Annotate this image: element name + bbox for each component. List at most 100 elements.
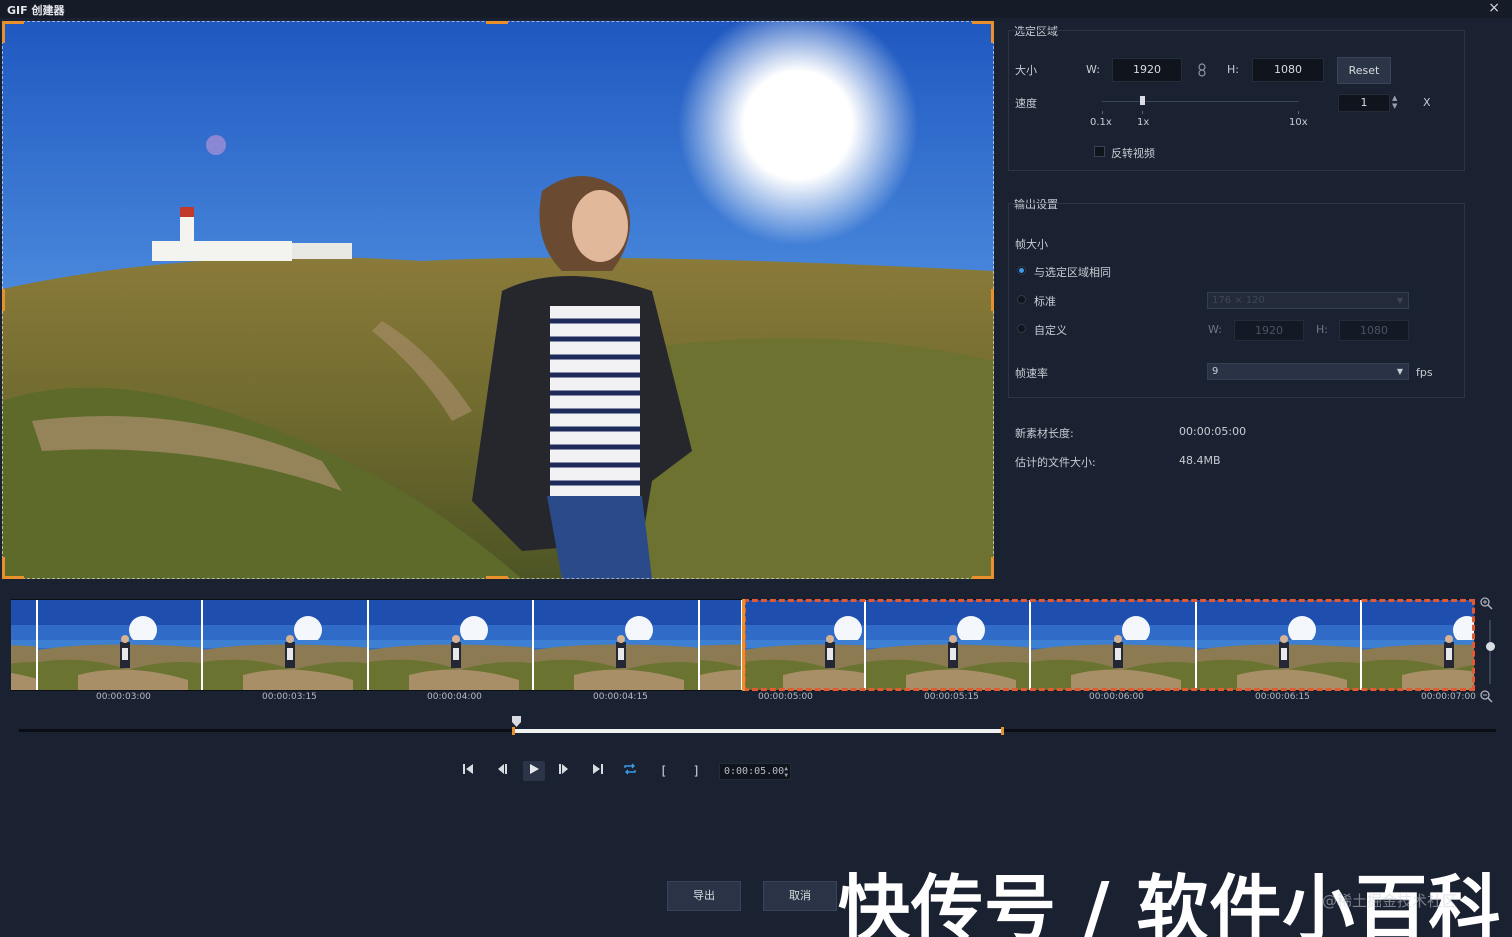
radio-same-as-selection[interactable] bbox=[1017, 266, 1026, 275]
mark-in-icon[interactable]: [ bbox=[653, 761, 675, 781]
close-icon[interactable]: × bbox=[1488, 0, 1500, 16]
radio-same-as-selection-label: 与选定区域相同 bbox=[1034, 266, 1111, 279]
crop-handle-top-left[interactable] bbox=[2, 21, 24, 43]
clip-length-label: 新素材长度: bbox=[1015, 427, 1074, 440]
speed-tick-label: 10x bbox=[1289, 117, 1308, 128]
tick-mark bbox=[1298, 111, 1299, 114]
timecode-label: 00:00:07:00 bbox=[1421, 692, 1476, 702]
cancel-button[interactable]: 取消 bbox=[763, 881, 837, 911]
loop-icon[interactable] bbox=[619, 761, 641, 781]
speed-unit: X bbox=[1423, 96, 1431, 109]
speed-tick-label: 0.1x bbox=[1090, 117, 1112, 128]
radio-standard[interactable] bbox=[1017, 295, 1026, 304]
crop-handle-top-right[interactable] bbox=[972, 21, 994, 43]
playhead-icon[interactable] bbox=[512, 716, 521, 727]
crop-handle-bottom-right[interactable] bbox=[972, 557, 994, 579]
timeline-frame bbox=[369, 600, 534, 690]
timeline-frame bbox=[866, 600, 1031, 690]
timecode-label: 00:00:03:00 bbox=[96, 692, 151, 702]
framerate-select[interactable]: 9 ▼ bbox=[1207, 363, 1409, 380]
crop-handle-left[interactable] bbox=[2, 289, 5, 311]
tick-mark bbox=[1142, 111, 1143, 114]
mark-out-handle[interactable] bbox=[1001, 727, 1004, 735]
reverse-video-checkbox[interactable] bbox=[1094, 146, 1105, 157]
frame-size-label: 帧大小 bbox=[1015, 238, 1048, 251]
step-forward-icon[interactable] bbox=[553, 761, 575, 781]
custom-width-label: W: bbox=[1208, 323, 1222, 336]
custom-height-label: H: bbox=[1316, 323, 1328, 336]
frame-thumbnail bbox=[1197, 600, 1360, 690]
file-size-label: 估计的文件大小: bbox=[1015, 456, 1096, 469]
framerate-value: 9 bbox=[1212, 366, 1219, 377]
timecode-label: 00:00:06:15 bbox=[1255, 692, 1310, 702]
chevron-down-icon: ▼ bbox=[1396, 296, 1403, 305]
speed-label: 速度 bbox=[1015, 97, 1037, 110]
selection-frame[interactable] bbox=[2, 21, 994, 579]
file-size-value: 48.4MB bbox=[1179, 454, 1221, 467]
radio-custom[interactable] bbox=[1017, 324, 1026, 333]
chain-link-icon[interactable] bbox=[1197, 63, 1207, 80]
frame-thumbnail bbox=[38, 600, 201, 690]
time-spinner-icon[interactable]: ▲ ▼ bbox=[784, 765, 788, 779]
frame-thumbnail bbox=[866, 600, 1029, 690]
speed-slider-thumb[interactable] bbox=[1140, 96, 1145, 105]
frame-thumbnail bbox=[700, 600, 741, 690]
window-title: GIF 创建器 bbox=[7, 4, 65, 17]
skip-to-start-icon[interactable] bbox=[457, 761, 479, 781]
frame-thumbnail bbox=[369, 600, 532, 690]
width-input[interactable]: 1920 bbox=[1112, 58, 1182, 82]
crop-handle-top[interactable] bbox=[486, 21, 508, 24]
frame-thumbnail bbox=[743, 600, 864, 690]
frame-thumbnail bbox=[1362, 600, 1474, 690]
timeline-frame bbox=[11, 600, 38, 690]
step-back-icon[interactable] bbox=[491, 761, 513, 781]
zoom-in-icon[interactable] bbox=[1480, 597, 1493, 613]
mark-out-icon[interactable]: ] bbox=[685, 761, 707, 781]
timecode-label: 00:00:05:15 bbox=[924, 692, 979, 702]
size-label: 大小 bbox=[1015, 64, 1037, 77]
zoom-out-icon[interactable] bbox=[1480, 690, 1493, 706]
skip-to-end-icon[interactable] bbox=[587, 761, 609, 781]
tick-mark bbox=[1102, 111, 1103, 114]
watermark-subtext: @稀土掘金技术社区 bbox=[1322, 892, 1458, 910]
height-label: H: bbox=[1227, 63, 1239, 76]
timeline-frame bbox=[203, 600, 369, 690]
current-time-input[interactable]: 0:00:05.00 ▲ ▼ bbox=[719, 763, 791, 780]
speed-input[interactable]: 1 bbox=[1338, 94, 1390, 112]
crop-handle-bottom[interactable] bbox=[486, 576, 508, 579]
scrubber-range[interactable] bbox=[513, 729, 1004, 733]
crop-handle-bottom-left[interactable] bbox=[2, 557, 24, 579]
timeline-frame bbox=[700, 600, 743, 690]
framerate-unit: fps bbox=[1416, 366, 1433, 379]
crop-handle-right[interactable] bbox=[991, 289, 994, 311]
frame-thumbnail bbox=[534, 600, 698, 690]
zoom-slider-thumb[interactable] bbox=[1486, 642, 1495, 651]
radio-standard-label: 标准 bbox=[1034, 295, 1056, 308]
frame-thumbnail bbox=[203, 600, 367, 690]
play-icon bbox=[530, 764, 539, 774]
timeline-frame bbox=[1031, 600, 1197, 690]
custom-height-input[interactable]: 1080 bbox=[1339, 320, 1409, 341]
speed-tick-label: 1x bbox=[1137, 117, 1150, 128]
export-button[interactable]: 导出 bbox=[667, 881, 741, 911]
frame-thumbnail bbox=[1031, 600, 1195, 690]
standard-size-select[interactable]: 176 × 120 ▼ bbox=[1207, 292, 1409, 309]
timeline-selection-start-handle[interactable] bbox=[742, 599, 745, 691]
timeline-frame bbox=[1197, 600, 1362, 690]
timeline-frame bbox=[743, 600, 866, 690]
spinner-icon[interactable]: ▲ ▼ bbox=[1392, 94, 1397, 110]
zoom-slider-track[interactable] bbox=[1489, 620, 1491, 684]
width-label: W: bbox=[1086, 63, 1100, 76]
height-input[interactable]: 1080 bbox=[1252, 58, 1324, 82]
timecode-label: 00:00:04:00 bbox=[427, 692, 482, 702]
mark-in-handle[interactable] bbox=[512, 727, 515, 735]
frame-thumbnail bbox=[11, 600, 36, 690]
timeline-frame bbox=[534, 600, 700, 690]
custom-width-input[interactable]: 1920 bbox=[1234, 320, 1304, 341]
reset-button[interactable]: Reset bbox=[1337, 57, 1391, 84]
timecode-label: 00:00:05:00 bbox=[758, 692, 813, 702]
play-button[interactable] bbox=[523, 761, 545, 781]
speed-slider-track[interactable] bbox=[1102, 101, 1299, 102]
reverse-video-label: 反转视频 bbox=[1111, 147, 1155, 160]
timeline-frame bbox=[1362, 600, 1474, 690]
